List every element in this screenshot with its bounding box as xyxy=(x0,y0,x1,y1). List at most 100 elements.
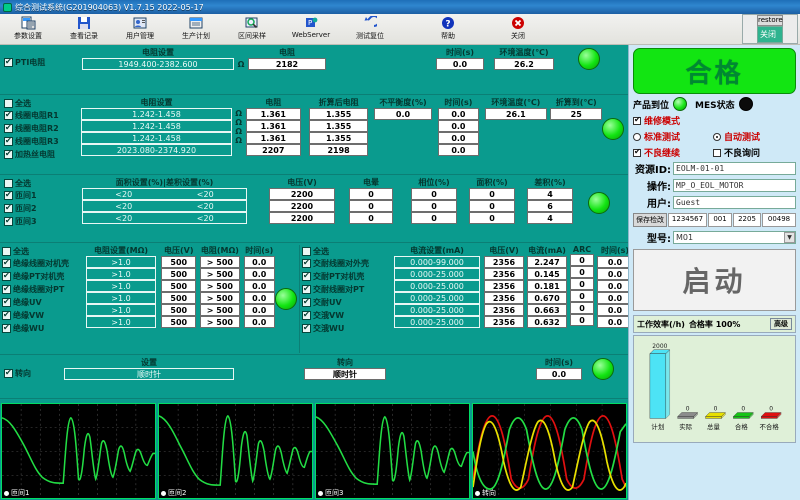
pass-rate-label: 合格率 100% xyxy=(689,319,741,330)
ask-on-fail-checkbox[interactable]: 不良询问 xyxy=(713,146,760,159)
scope-turn-2[interactable]: 匝间2 xyxy=(158,403,313,499)
operation-label: 操作: xyxy=(633,178,673,193)
coil-row-checkbox[interactable]: 加热丝电阻 xyxy=(4,148,81,161)
withstand-set-value[interactable]: 0.000-99.000 xyxy=(394,256,480,268)
withstand-set-value[interactable]: 0.000-25.000 xyxy=(394,304,480,316)
withstand-row-checkbox[interactable]: 交耐线圈对PT xyxy=(302,283,394,296)
insulation-row-checkbox[interactable]: 绝缘WU xyxy=(2,322,86,335)
withstand-row-checkbox[interactable]: 交耐PT对机壳 xyxy=(302,270,394,283)
insulation-set-value[interactable]: >1.0 xyxy=(86,268,156,280)
close-window-button[interactable]: 关闭 xyxy=(757,26,783,43)
withstand-row-checkbox[interactable]: 交耐线圈对外壳 xyxy=(302,257,394,270)
start-button[interactable]: 启动 xyxy=(633,249,796,311)
withstand-row-checkbox[interactable]: 交涐VW xyxy=(302,309,394,322)
rotation-checkbox[interactable]: 转向 xyxy=(4,368,64,379)
turn-row-checkbox[interactable]: 匝间1 xyxy=(4,189,82,202)
advanced-button[interactable]: 高级 xyxy=(770,318,792,330)
turn-row-checkbox[interactable]: 匝间3 xyxy=(4,215,82,228)
toolbar-button-help[interactable]: ? 帮助 xyxy=(420,14,476,45)
turn-row-checkbox[interactable]: 匝间2 xyxy=(4,202,82,215)
scope-rotation[interactable]: 转向 xyxy=(472,403,627,499)
turn-phase-value: 0 xyxy=(411,200,457,212)
bar-value-label: 2000 xyxy=(652,344,667,350)
toolbar-button-sampling[interactable]: 区间采样 xyxy=(224,14,280,45)
coil-row-checkbox[interactable]: 线圈电阻R2 xyxy=(4,122,81,135)
rotation-time-header: 时间(s) xyxy=(536,357,582,368)
save-button[interactable]: 保存检改 xyxy=(633,213,667,227)
work-rate-label: 工作效率(/h) xyxy=(637,319,685,330)
insulation-row-checkbox[interactable]: 绝缘线圈对机壳 xyxy=(2,257,86,270)
auto-test-radio[interactable]: 自动测试 xyxy=(713,130,760,143)
insulation-row-checkbox[interactable]: 绝缘PT对机壳 xyxy=(2,270,86,283)
scope-turn-1[interactable]: 匝间1 xyxy=(1,403,156,499)
turn-set-value[interactable]: <20<20 xyxy=(82,188,247,200)
row-label: 加热丝电阻 xyxy=(15,149,55,160)
insulation-set-value[interactable]: >1.0 xyxy=(86,316,156,328)
coil-set-value[interactable]: 1.242-1.458 xyxy=(81,108,231,120)
withstand-row-checkbox[interactable]: 交涐WU xyxy=(302,322,394,335)
checkbox-icon xyxy=(302,311,311,320)
insulation-set-value[interactable]: >1.0 xyxy=(86,256,156,268)
insulation-select-all[interactable]: 全选 xyxy=(2,245,86,257)
withstand-select-all[interactable]: 全选 xyxy=(302,245,394,257)
standard-test-radio[interactable]: 标准测试 xyxy=(633,130,713,143)
bar-2: 0总量 xyxy=(706,407,726,432)
set-area: <20 xyxy=(115,213,132,223)
resource-id-input[interactable]: EOLM-01-01 xyxy=(673,162,796,175)
turn-corona-header: 电晕 xyxy=(349,177,393,188)
chevron-down-icon[interactable]: ▼ xyxy=(784,232,795,243)
coil-set-value[interactable]: 1.242-1.458 xyxy=(81,120,231,132)
withstand-set-value[interactable]: 0.000-25.000 xyxy=(394,280,480,292)
insulation-row-checkbox[interactable]: 绝缘VW xyxy=(2,309,86,322)
operation-input[interactable]: MP_O_EOL_MOTOR xyxy=(673,179,796,192)
bar-value-label: 0 xyxy=(741,407,745,413)
insulation-set-value[interactable]: >1.0 xyxy=(86,280,156,292)
turn-set-value[interactable]: <20<20 xyxy=(82,212,247,224)
toolbar-button-reset[interactable]: 测试复位 xyxy=(342,14,398,45)
maintenance-mode-checkbox[interactable]: 维修模式 xyxy=(633,114,796,127)
toolbar-button-params[interactable]: 参数设置 xyxy=(0,14,56,45)
toolbar-label: 关闭 xyxy=(511,31,525,41)
user-input[interactable]: Guest xyxy=(673,196,796,209)
withstand-arc-value: 0 xyxy=(570,290,594,302)
insulation-row-checkbox[interactable]: 绝缘UV xyxy=(2,296,86,309)
insulation-voltage-header: 电压(V) xyxy=(161,245,196,256)
withstand-row-checkbox[interactable]: 交耐UV xyxy=(302,296,394,309)
restore-button[interactable]: restore xyxy=(757,15,783,26)
coil-select-all[interactable]: 全选 xyxy=(4,97,81,109)
toolbar-button-records[interactable]: 查看记录 xyxy=(56,14,112,45)
coil-set-value[interactable]: 2023.080-2374.920 xyxy=(81,144,231,156)
insulation-withstand-group: 全选 绝缘线圈对机壳绝缘PT对机壳绝缘线圈对PT绝缘UV绝缘VW绝缘WU 电阻设… xyxy=(0,243,628,355)
toolbar-button-users[interactable]: 用户管理 xyxy=(112,14,168,45)
model-select[interactable]: M01 ▼ xyxy=(673,231,796,244)
toolbar-button-close[interactable]: 关闭 xyxy=(490,14,546,45)
turn-set-value[interactable]: <20<20 xyxy=(82,200,247,212)
withstand-arc-value: 0 xyxy=(570,266,594,278)
withstand-set-value[interactable]: 0.000-25.000 xyxy=(394,316,480,328)
turn-diff-value: 4 xyxy=(527,188,573,200)
toolbar-button-plan[interactable]: 生产计划 xyxy=(168,14,224,45)
withstand-set-value[interactable]: 0.000-25.000 xyxy=(394,268,480,280)
insulation-set-value[interactable]: >1.0 xyxy=(86,304,156,316)
bar-4: 0不合格 xyxy=(759,407,781,432)
insulation-row-checkbox[interactable]: 绝缘线圈对PT xyxy=(2,283,86,296)
turn-diff-header: 差积(%) xyxy=(527,177,573,188)
save-disk-icon xyxy=(77,15,91,30)
continue-on-fail-checkbox[interactable]: 不良继续 xyxy=(633,146,713,159)
checkbox-icon xyxy=(4,191,13,200)
pti-status-led xyxy=(578,48,600,70)
withstand-set-value[interactable]: 0.000-25.000 xyxy=(394,292,480,304)
coil-set-value[interactable]: 1.242-1.458 xyxy=(81,132,231,144)
rotation-set-value[interactable]: 顺时针 xyxy=(64,368,234,380)
scope-turn-3[interactable]: 匝间3 xyxy=(315,403,470,499)
pti-set-value[interactable]: 1949.400-2382.600 xyxy=(82,58,234,70)
insulation-set-value[interactable]: >1.0 xyxy=(86,292,156,304)
auto-test-label: 自动测试 xyxy=(724,130,760,143)
turn-select-all[interactable]: 全选 xyxy=(4,177,82,189)
coil-row-checkbox[interactable]: 线圈电阻R1 xyxy=(4,109,81,122)
title-bar: 综合测试系统(G201904063) V1.7.15 2022-05-17 xyxy=(0,0,800,14)
coil-row-checkbox[interactable]: 线圈电阻R3 xyxy=(4,135,81,148)
pti-resistance-value: 2182 xyxy=(248,58,326,70)
toolbar-button-webserver[interactable]: P WebServer xyxy=(280,14,342,45)
pti-checkbox[interactable]: PTI电阻 xyxy=(4,57,82,68)
